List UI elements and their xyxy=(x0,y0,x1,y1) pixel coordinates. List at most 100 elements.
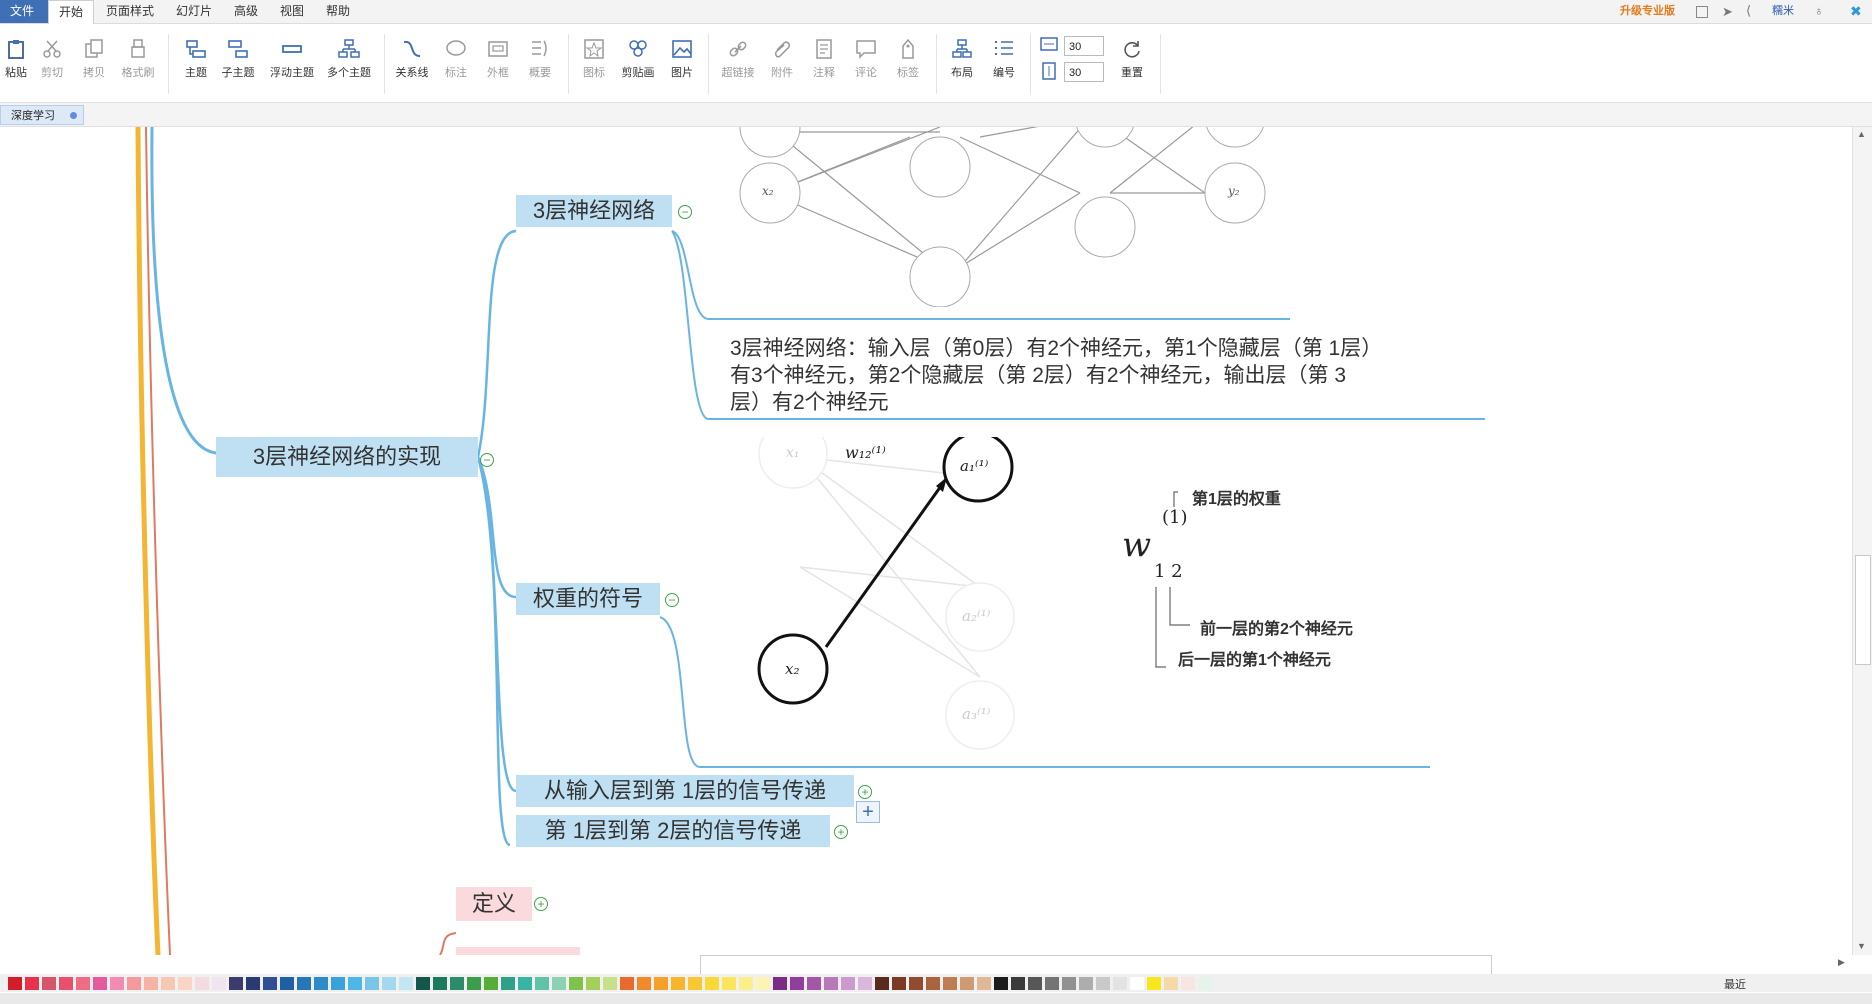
color-swatch[interactable] xyxy=(212,977,226,990)
topic-partial-red[interactable] xyxy=(456,947,580,955)
user-name[interactable]: 糯米 xyxy=(1772,0,1794,23)
share-icon[interactable]: ⟨ xyxy=(1746,3,1751,19)
color-swatch[interactable] xyxy=(1181,977,1195,990)
topic-button[interactable]: 主题 xyxy=(174,32,218,92)
skin-icon[interactable]: ♁ xyxy=(1814,3,1824,18)
color-swatch[interactable] xyxy=(8,977,22,990)
color-swatch[interactable] xyxy=(1062,977,1076,990)
color-swatch[interactable] xyxy=(739,977,753,990)
color-swatch[interactable] xyxy=(620,977,634,990)
color-swatch[interactable] xyxy=(926,977,940,990)
multi-topic-button[interactable]: 多个主题 xyxy=(322,32,376,92)
comment-button[interactable]: 评论 xyxy=(844,32,888,92)
color-swatch[interactable] xyxy=(1130,977,1144,990)
color-swatch[interactable] xyxy=(93,977,107,990)
color-swatch[interactable] xyxy=(705,977,719,990)
scroll-up-arrow-icon[interactable]: ▲ xyxy=(1857,129,1866,139)
color-swatch[interactable] xyxy=(518,977,532,990)
color-swatch[interactable] xyxy=(365,977,379,990)
collapse-icon[interactable]: − xyxy=(665,593,679,607)
color-swatch[interactable] xyxy=(1198,977,1212,990)
color-swatch[interactable] xyxy=(943,977,957,990)
boundary-button[interactable]: 外框 xyxy=(476,32,520,92)
color-swatch[interactable] xyxy=(246,977,260,990)
color-swatch[interactable] xyxy=(263,977,277,990)
color-swatch[interactable] xyxy=(688,977,702,990)
color-swatch[interactable] xyxy=(1164,977,1178,990)
collapse-icon[interactable]: − xyxy=(678,205,692,219)
hyperlink-button[interactable]: 超链接 xyxy=(716,32,760,92)
menu-slides[interactable]: 幻灯片 xyxy=(166,0,222,23)
expand-icon[interactable]: + xyxy=(858,785,872,799)
color-swatch[interactable] xyxy=(603,977,617,990)
menu-help[interactable]: 帮助 xyxy=(316,0,360,23)
color-swatch[interactable] xyxy=(25,977,39,990)
color-swatch[interactable] xyxy=(807,977,821,990)
color-swatch[interactable] xyxy=(399,977,413,990)
color-swatch[interactable] xyxy=(416,977,430,990)
summary-button[interactable]: 概要 xyxy=(518,32,562,92)
upgrade-link[interactable]: 升级专业版 xyxy=(1620,0,1675,23)
color-swatch[interactable] xyxy=(722,977,736,990)
color-swatch[interactable] xyxy=(586,977,600,990)
color-swatch[interactable] xyxy=(977,977,991,990)
horizontal-scroll-thumb[interactable] xyxy=(700,955,1492,975)
subtopic-weight-notation[interactable]: 权重的符号 xyxy=(516,583,660,615)
color-swatch[interactable] xyxy=(892,977,906,990)
subtopic-button[interactable]: 子主题 xyxy=(216,32,260,92)
color-swatch[interactable] xyxy=(875,977,889,990)
color-swatch[interactable] xyxy=(484,977,498,990)
color-swatch[interactable] xyxy=(178,977,192,990)
add-topic-plus-icon[interactable]: + xyxy=(856,801,880,823)
color-swatch[interactable] xyxy=(314,977,328,990)
color-swatch[interactable] xyxy=(960,977,974,990)
color-swatch[interactable] xyxy=(569,977,583,990)
topic-definition[interactable]: 定义 xyxy=(456,887,532,921)
color-swatch[interactable] xyxy=(994,977,1008,990)
fullscreen-icon[interactable] xyxy=(1696,6,1708,18)
color-swatch[interactable] xyxy=(535,977,549,990)
color-swatch[interactable] xyxy=(229,977,243,990)
menu-advanced[interactable]: 高级 xyxy=(224,0,268,23)
floating-topic-button[interactable]: 浮动主题 xyxy=(266,32,318,92)
color-swatch[interactable] xyxy=(450,977,464,990)
color-swatch[interactable] xyxy=(42,977,56,990)
subtopic-layer1-to-layer2[interactable]: 第 1层到第 2层的信号传递 xyxy=(516,815,830,847)
horizontal-spacing-input[interactable]: 30 xyxy=(1064,36,1104,56)
mindmap-canvas[interactable]: x₂ y₂ 3层神经网络 − 3层神经网络：输入层（第0层）有2个神经元，第1个… xyxy=(0,127,1852,955)
color-swatch[interactable] xyxy=(773,977,787,990)
color-swatch[interactable] xyxy=(1147,977,1161,990)
color-swatch[interactable] xyxy=(552,977,566,990)
color-swatch[interactable] xyxy=(467,977,481,990)
callout-button[interactable]: 标注 xyxy=(434,32,478,92)
layout-button[interactable]: 布局 xyxy=(940,32,984,92)
vertical-scroll-thumb[interactable] xyxy=(1855,555,1871,665)
attachment-button[interactable]: 附件 xyxy=(760,32,804,92)
collapse-icon[interactable]: − xyxy=(480,453,494,467)
color-swatch[interactable] xyxy=(76,977,90,990)
reset-button[interactable]: 重置 xyxy=(1110,32,1154,92)
color-swatch[interactable] xyxy=(297,977,311,990)
color-swatch[interactable] xyxy=(501,977,515,990)
color-swatch[interactable] xyxy=(382,977,396,990)
color-swatch[interactable] xyxy=(110,977,124,990)
color-swatch[interactable] xyxy=(858,977,872,990)
color-swatch[interactable] xyxy=(161,977,175,990)
subtopic-three-layer-network[interactable]: 3层神经网络 xyxy=(516,195,672,227)
expand-icon[interactable]: + xyxy=(834,825,848,839)
note-button[interactable]: 注释 xyxy=(802,32,846,92)
color-swatch[interactable] xyxy=(841,977,855,990)
color-swatch[interactable] xyxy=(1045,977,1059,990)
color-swatch[interactable] xyxy=(824,977,838,990)
color-swatch[interactable] xyxy=(348,977,362,990)
color-swatch[interactable] xyxy=(195,977,209,990)
color-swatch[interactable] xyxy=(1028,977,1042,990)
relationship-button[interactable]: 关系线 xyxy=(390,32,434,92)
color-swatch[interactable] xyxy=(909,977,923,990)
expand-icon[interactable]: + xyxy=(534,897,548,911)
vertical-scrollbar[interactable]: ▲ ▼ xyxy=(1852,127,1872,955)
color-swatch[interactable] xyxy=(280,977,294,990)
main-topic-three-layer-implementation[interactable]: 3层神经网络的实现 xyxy=(216,437,478,477)
vertical-spacing-input[interactable]: 30 xyxy=(1064,62,1104,82)
color-swatch[interactable] xyxy=(654,977,668,990)
